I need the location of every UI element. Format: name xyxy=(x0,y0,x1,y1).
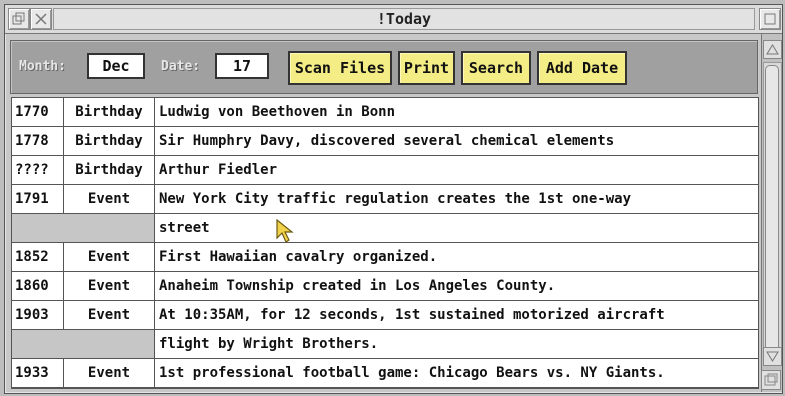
scroll-thumb[interactable] xyxy=(765,65,779,359)
year-cell: 1791 xyxy=(12,185,64,213)
type-cell: Event xyxy=(64,301,155,329)
today-window: !Today Month: Dec Date: 17 Scan Files Pr… xyxy=(4,4,783,394)
events-table: 1770 Birthday Ludwig von Beethoven in Bo… xyxy=(11,97,759,389)
year-cell: ???? xyxy=(12,156,64,184)
type-cell: Birthday xyxy=(64,156,155,184)
table-row[interactable]: 1852 Event First Hawaiian cavalry organi… xyxy=(12,243,758,272)
date-field[interactable]: 17 xyxy=(215,53,269,79)
toggle-size-button[interactable] xyxy=(759,8,781,30)
type-cell xyxy=(64,330,155,358)
scroll-down-button[interactable] xyxy=(763,347,782,366)
type-cell xyxy=(64,214,155,242)
description-cell: At 10:35AM, for 12 seconds, 1st sustaine… xyxy=(155,301,758,329)
table-row[interactable]: 1770 Birthday Ludwig von Beethoven in Bo… xyxy=(12,98,758,127)
year-cell: 1860 xyxy=(12,272,64,300)
scroll-up-icon xyxy=(766,44,779,55)
back-icon xyxy=(12,12,25,25)
table-row[interactable]: ???? Birthday Arthur Fiedler xyxy=(12,156,758,185)
window-title: !Today xyxy=(53,8,755,30)
description-cell: Arthur Fiedler xyxy=(155,156,758,184)
month-field[interactable]: Dec xyxy=(87,53,145,79)
print-button[interactable]: Print xyxy=(398,51,455,85)
year-cell: 1903 xyxy=(12,301,64,329)
description-cell: 1st professional football game: Chicago … xyxy=(155,359,758,387)
month-label: Month: xyxy=(19,59,66,74)
type-cell: Event xyxy=(64,272,155,300)
description-cell: First Hawaiian cavalry organized. xyxy=(155,243,758,271)
year-cell: 1778 xyxy=(12,127,64,155)
type-cell: Birthday xyxy=(64,98,155,126)
table-row[interactable]: 1903 Event At 10:35AM, for 12 seconds, 1… xyxy=(12,301,758,330)
table-row[interactable]: 1933 Event 1st professional football gam… xyxy=(12,359,758,388)
description-cell: Sir Humphry Davy, discovered several che… xyxy=(155,127,758,155)
table-row[interactable]: 1778 Birthday Sir Humphry Davy, discover… xyxy=(12,127,758,156)
toggle-size-icon xyxy=(764,13,776,25)
date-label: Date: xyxy=(161,59,201,74)
description-cell: New York City traffic regulation creates… xyxy=(155,185,758,213)
description-cell: flight by Wright Brothers. xyxy=(155,330,758,358)
scroll-up-button[interactable] xyxy=(763,40,782,59)
resize-button[interactable] xyxy=(761,370,781,390)
pointer-cursor-icon xyxy=(276,219,294,243)
resize-icon xyxy=(764,373,778,386)
table-row-continuation[interactable]: street xyxy=(12,214,758,243)
type-cell: Event xyxy=(64,185,155,213)
table-row[interactable]: 1791 Event New York City traffic regulat… xyxy=(12,185,758,214)
description-cell: street xyxy=(155,214,758,242)
type-cell: Event xyxy=(64,359,155,387)
search-button[interactable]: Search xyxy=(461,51,531,85)
year-cell: 1770 xyxy=(12,98,64,126)
year-cell xyxy=(12,214,64,242)
toolbar: Month: Dec Date: 17 Scan Files Print Sea… xyxy=(10,40,758,94)
scroll-track[interactable] xyxy=(763,62,782,364)
back-button[interactable] xyxy=(8,8,30,30)
type-cell: Event xyxy=(64,243,155,271)
scroll-down-icon xyxy=(766,351,779,362)
scan-files-button[interactable]: Scan Files xyxy=(288,51,392,85)
add-date-button[interactable]: Add Date xyxy=(537,51,627,85)
close-button[interactable] xyxy=(30,8,52,30)
year-cell xyxy=(12,330,64,358)
table-row-continuation[interactable]: flight by Wright Brothers. xyxy=(12,330,758,359)
type-cell: Birthday xyxy=(64,127,155,155)
table-row[interactable]: 1860 Event Anaheim Township created in L… xyxy=(12,272,758,301)
close-icon xyxy=(35,13,47,25)
year-cell: 1852 xyxy=(12,243,64,271)
year-cell: 1933 xyxy=(12,359,64,387)
title-bar[interactable]: !Today xyxy=(5,5,782,34)
vertical-scrollbar[interactable] xyxy=(761,34,782,392)
description-cell: Anaheim Township created in Los Angeles … xyxy=(155,272,758,300)
description-cell: Ludwig von Beethoven in Bonn xyxy=(155,98,758,126)
